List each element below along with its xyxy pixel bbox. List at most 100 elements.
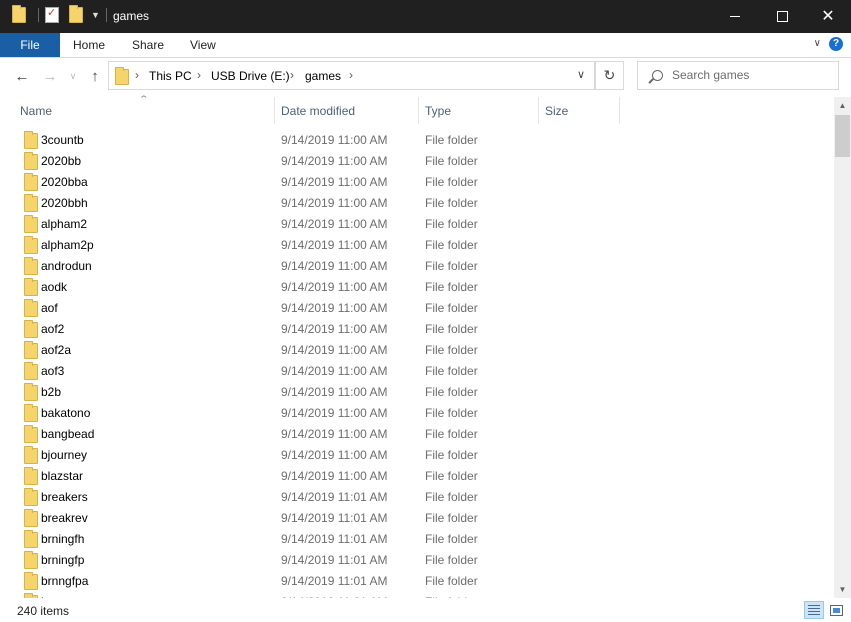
file-name: aof2 [41,322,65,336]
file-row[interactable]: bangbead 9/14/2019 11:00 AM File folder [0,423,834,444]
tab-view[interactable]: View [190,33,216,57]
breadcrumb-this-pc[interactable]: This PC [149,69,192,83]
maximize-button[interactable] [759,0,805,33]
ribbon: File Home Share View ∨ ? [0,33,851,58]
up-button[interactable]: ↑ [85,66,105,86]
file-row[interactable]: 3countb 9/14/2019 11:00 AM File folder [0,129,834,150]
file-type: File folder [425,175,478,189]
title-bar: ▼ games ✕ [0,0,851,33]
breadcrumb-usb-drive[interactable]: USB Drive (E:) [211,69,290,83]
file-row[interactable]: aof2a 9/14/2019 11:00 AM File folder [0,339,834,360]
folder-icon [24,257,38,275]
file-date-modified: 9/14/2019 11:01 AM [281,574,388,588]
address-bar[interactable]: › This PC › USB Drive (E:) › games › ∨ [108,61,595,90]
file-row[interactable]: aof2 9/14/2019 11:00 AM File folder [0,318,834,339]
file-type: File folder [425,385,478,399]
chevron-right-icon[interactable]: › [197,68,201,82]
file-name: breakrev [41,511,88,525]
window-title: games [113,9,150,23]
file-row[interactable]: alpham2 9/14/2019 11:00 AM File folder [0,213,834,234]
file-row[interactable]: breakrev 9/14/2019 11:01 AM File folder [0,507,834,528]
file-name: 2020bbh [41,196,88,210]
large-icons-view-button[interactable] [826,601,846,619]
file-date-modified: 9/14/2019 11:01 AM [281,511,388,525]
file-date-modified: 9/14/2019 11:00 AM [281,280,388,294]
folder-icon [24,467,38,485]
column-header-date[interactable]: Date modified [275,97,418,124]
file-name: breakers [41,490,88,504]
file-row[interactable]: 2020bba 9/14/2019 11:00 AM File folder [0,171,834,192]
file-name: 2020bb [41,154,82,168]
column-divider[interactable] [619,97,620,124]
recent-locations-button[interactable]: ∨ [63,66,83,86]
column-header-type[interactable]: Type [419,97,538,124]
file-name: alpham2p [41,238,94,252]
close-icon: ✕ [821,7,835,25]
file-date-modified: 9/14/2019 11:00 AM [281,301,388,315]
file-row[interactable]: bjourney 9/14/2019 11:00 AM File folder [0,444,834,465]
file-row[interactable]: b2b 9/14/2019 11:00 AM File folder [0,381,834,402]
file-row[interactable]: aodk 9/14/2019 11:00 AM File folder [0,276,834,297]
close-button[interactable]: ✕ [805,0,851,33]
file-name: aof2a [41,343,72,357]
scroll-up-button[interactable]: ▲ [834,97,851,114]
address-dropdown-icon[interactable]: ∨ [577,68,585,81]
file-name: b2b [41,385,62,399]
folder-icon [24,572,38,590]
file-date-modified: 9/14/2019 11:01 AM [281,490,388,504]
refresh-button[interactable]: ↻ [595,61,624,90]
file-type: File folder [425,511,478,525]
column-header-name[interactable]: Name [14,97,274,124]
tab-home[interactable]: Home [73,33,105,57]
tab-file[interactable]: File [0,33,60,57]
new-folder-icon[interactable] [69,5,83,23]
chevron-right-icon[interactable]: › [349,68,353,82]
folder-icon [24,194,38,212]
expand-ribbon-icon[interactable]: ∨ [814,38,821,49]
folder-icon [24,131,38,149]
column-header-size[interactable]: Size [539,97,619,124]
vertical-scrollbar[interactable]: ▲ ▼ [834,97,851,598]
file-type: File folder [425,280,478,294]
file-row[interactable]: blazstar 9/14/2019 11:00 AM File folder [0,465,834,486]
folder-icon[interactable] [12,5,26,23]
file-row[interactable]: brnngfpa 9/14/2019 11:01 AM File folder [0,570,834,591]
file-row[interactable]: alpham2p 9/14/2019 11:00 AM File folder [0,234,834,255]
file-date-modified: 9/14/2019 11:00 AM [281,448,388,462]
properties-icon[interactable] [45,6,59,23]
details-view-icon [808,605,820,615]
scrollbar-thumb[interactable] [835,115,850,157]
file-row[interactable]: breakers 9/14/2019 11:01 AM File folder [0,486,834,507]
chevron-right-icon[interactable]: › [290,68,294,82]
forward-button[interactable]: → [40,66,60,86]
file-row[interactable]: androdun 9/14/2019 11:00 AM File folder [0,255,834,276]
maximize-icon [776,11,788,22]
search-box[interactable] [637,61,839,90]
file-row[interactable]: aof3 9/14/2019 11:00 AM File folder [0,360,834,381]
chevron-right-icon[interactable]: › [135,68,139,82]
minimize-button[interactable] [712,0,758,33]
navigation-bar: ← → ∨ ↑ › This PC › USB Drive (E:) › gam… [0,58,851,95]
search-input[interactable] [672,67,822,83]
file-row[interactable]: aof 9/14/2019 11:00 AM File folder [0,297,834,318]
customize-toolbar-icon[interactable]: ▼ [91,10,100,20]
details-view-button[interactable] [804,601,824,619]
divider [105,8,107,22]
divider [38,8,39,22]
minimize-icon [730,16,740,17]
file-name: brningfp [41,553,85,567]
file-type: File folder [425,427,478,441]
scroll-down-button[interactable]: ▼ [834,581,851,598]
file-row[interactable]: 2020bbh 9/14/2019 11:00 AM File folder [0,192,834,213]
file-row[interactable]: bstars9/14/2019 11:01 AMFile folder [0,591,834,598]
breadcrumb-games[interactable]: games [305,69,341,83]
file-row[interactable]: brningfh 9/14/2019 11:01 AM File folder [0,528,834,549]
folder-icon [24,530,38,548]
file-row[interactable]: bakatono 9/14/2019 11:00 AM File folder [0,402,834,423]
tab-share[interactable]: Share [132,33,164,57]
back-button[interactable]: ← [12,66,32,86]
folder-icon [24,446,38,464]
help-icon[interactable]: ? [829,37,843,51]
file-row[interactable]: 2020bb 9/14/2019 11:00 AM File folder [0,150,834,171]
file-row[interactable]: brningfp 9/14/2019 11:01 AM File folder [0,549,834,570]
